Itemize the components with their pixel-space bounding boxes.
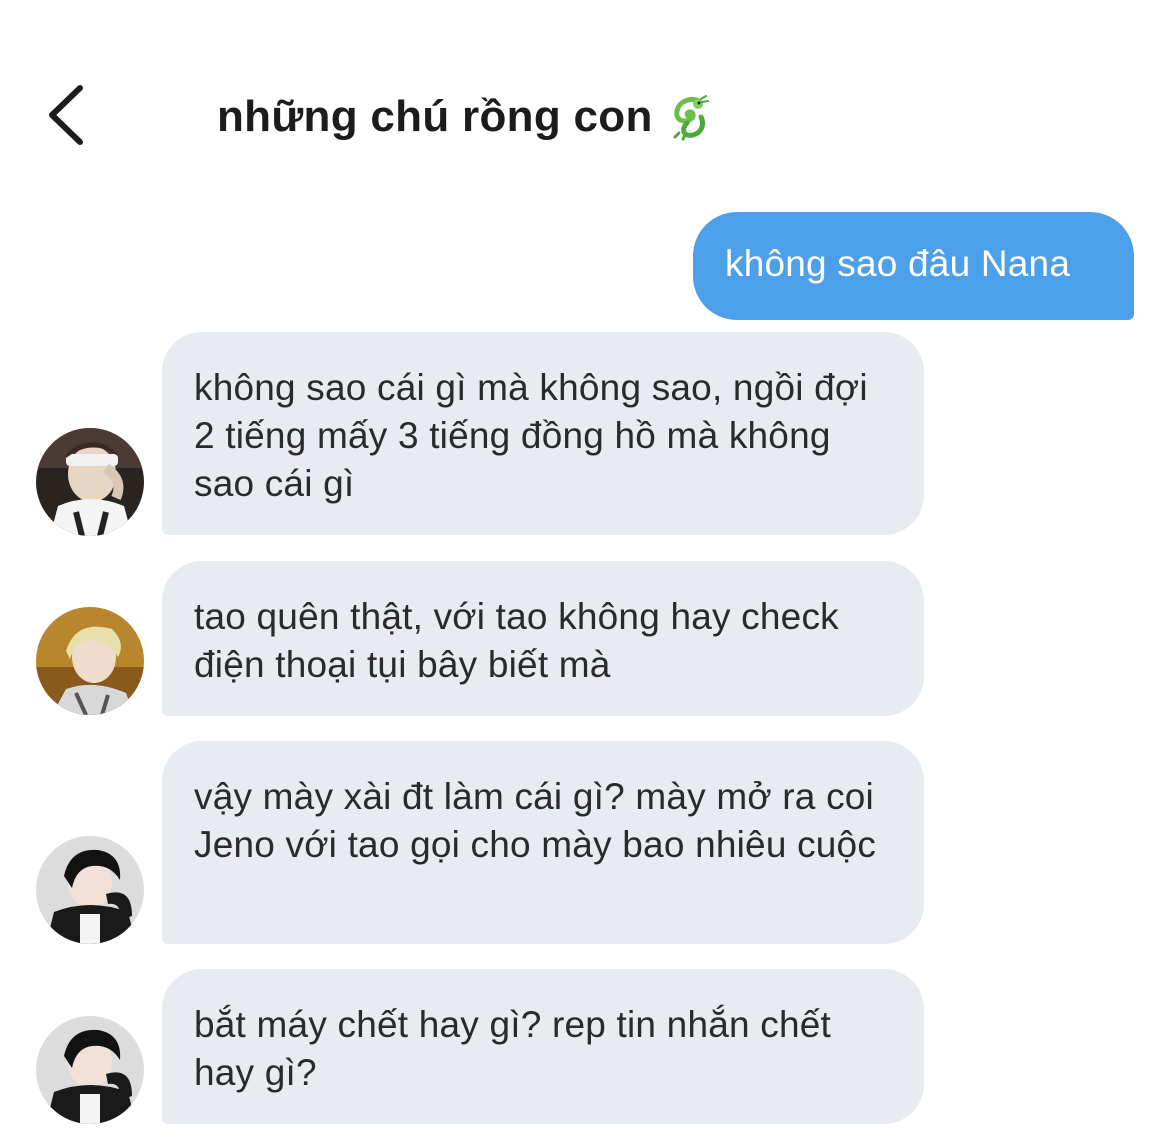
message-bubble-incoming[interactable]: không sao cái gì mà không sao, ngồi đợi …	[162, 332, 924, 535]
dragon-icon	[665, 93, 713, 141]
message-bubble-outgoing[interactable]: không sao đâu Nana	[693, 212, 1134, 320]
chevron-left-icon	[49, 85, 83, 145]
back-button[interactable]	[30, 80, 100, 150]
message-bubble-incoming[interactable]: tao quên thật, với tao không hay check đ…	[162, 561, 924, 716]
message-text: tao quên thật, với tao không hay check đ…	[194, 596, 839, 685]
avatar[interactable]	[36, 1016, 144, 1124]
message-text: không sao cái gì mà không sao, ngồi đợi …	[194, 367, 868, 504]
avatar[interactable]	[36, 607, 144, 715]
avatar[interactable]	[36, 836, 144, 944]
message-text: không sao đâu Nana	[725, 243, 1071, 284]
message-text: vậy mày xài đt làm cái gì? mày mở ra coi…	[194, 776, 877, 865]
page-title[interactable]: những chú rồng con	[217, 92, 713, 142]
avatar[interactable]	[36, 428, 144, 536]
message-bubble-incoming[interactable]: bắt máy chết hay gì? rep tin nhắn chết h…	[162, 969, 924, 1124]
message-bubble-incoming[interactable]: vậy mày xài đt làm cái gì? mày mở ra coi…	[162, 741, 924, 944]
message-text: bắt máy chết hay gì? rep tin nhắn chết h…	[194, 1004, 831, 1093]
chat-header: những chú rồng con	[0, 0, 1169, 200]
chat-title: những chú rồng con	[217, 92, 653, 141]
